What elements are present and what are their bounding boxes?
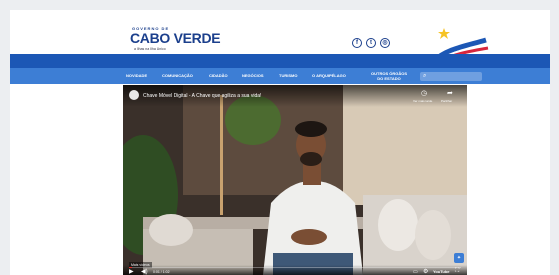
watch-later-icon[interactable]: ◷ [421,89,427,97]
search-input[interactable] [420,72,482,81]
volume-icon[interactable]: ◀) [141,268,148,275]
facebook-icon[interactable]: f [352,38,362,48]
play-icon[interactable]: ▶ [129,268,134,275]
subtitles-icon[interactable]: ▭ [413,269,418,275]
nav-item-negocios[interactable]: NEGÓCIOS [242,68,264,84]
progress-bar[interactable] [129,267,461,268]
site-header: GOVERNO DE CABO VERDE a Ilhas na Ilha Un… [10,10,550,66]
fullscreen-icon[interactable]: ⛶ [455,268,459,275]
share-icon[interactable]: ➦ [447,89,453,97]
logo-tagline: a Ilhas na Ilha Unico [134,47,166,51]
nav-item-comunicacao[interactable]: COMUNICAÇÃO [162,68,193,84]
channel-avatar[interactable] [129,90,139,100]
nav-item-arquipelago[interactable]: O ARQUIPÉLAGO [312,68,346,84]
search-icon: ⌕ [423,73,427,79]
site-logo[interactable]: CABO VERDE [130,30,221,46]
brand-bar [10,54,550,68]
nav-item-novidade[interactable]: NOVIDADE [126,68,147,84]
nav-item-turismo[interactable]: TURISMO [279,68,297,84]
twitter-icon[interactable]: t [366,38,376,48]
share-label[interactable]: Partilhar [441,99,452,103]
page: GOVERNO DE CABO VERDE a Ilhas na Ilha Un… [10,10,550,275]
nav-item-outros-orgaos[interactable]: OUTROS ÓRGÃOS DO ESTADO [371,71,407,81]
instagram-icon[interactable]: ◎ [380,38,390,48]
time-display: 0:01 / 1:02 [153,270,170,274]
video-frame [123,85,467,275]
nav-item-outros-orgaos-line2: DO ESTADO [377,76,401,81]
video-player[interactable]: Chave Móvel Digital - A Chave que agiliz… [123,85,467,275]
video-title[interactable]: Chave Móvel Digital - A Chave que agiliz… [143,93,261,99]
watch-later-label[interactable]: Ver mais tarde [413,99,432,103]
gear-icon[interactable]: ⚙ [423,268,428,275]
youtube-logo[interactable]: YouTube [433,269,450,274]
main-nav: NOVIDADE COMUNICAÇÃO CIDADÃO NEGÓCIOS TU… [10,68,550,84]
nav-item-cidadao[interactable]: CIDADÃO [209,68,228,84]
channel-watermark[interactable]: ✦ [454,253,464,263]
